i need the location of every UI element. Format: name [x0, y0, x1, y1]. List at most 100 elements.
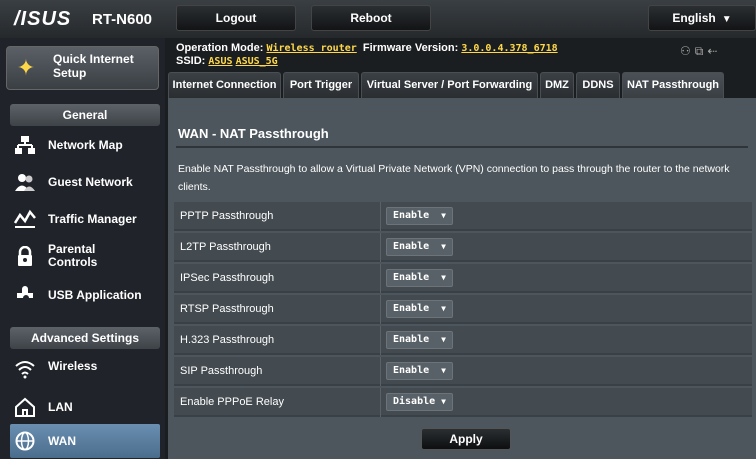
- sidebar-item-label: Parental Controls: [48, 242, 98, 269]
- advanced-section-header: Advanced Settings: [10, 327, 160, 349]
- clients-icon[interactable]: ⚇: [680, 44, 695, 58]
- l2tp-passthrough-select[interactable]: Enable ▼: [386, 238, 453, 256]
- row-divider: [380, 202, 381, 231]
- quick-internet-setup-button[interactable]: ✦ Quick Internet Setup: [6, 46, 159, 90]
- tab-internet-connection[interactable]: Internet Connection: [168, 72, 281, 98]
- firmware-version-link[interactable]: 3.0.0.4.378_6718: [461, 43, 557, 54]
- chevron-down-icon: ▼: [441, 273, 446, 282]
- rtsp-passthrough-select[interactable]: Enable ▼: [386, 300, 453, 318]
- row-divider: [380, 295, 381, 324]
- sidebar-item-label: Guest Network: [48, 175, 133, 189]
- row-divider: [380, 264, 381, 293]
- tab-dmz[interactable]: DMZ: [540, 72, 574, 98]
- setting-label: RTSP Passthrough: [180, 303, 274, 315]
- usb-application-icon: [17, 286, 33, 298]
- setting-row-sip: SIP Passthrough Enable ▼: [174, 357, 752, 386]
- tab-ddns[interactable]: DDNS: [576, 72, 620, 98]
- select-value: Enable: [393, 272, 430, 283]
- wireless-icon: [15, 361, 35, 379]
- model-name: RT-N600: [92, 11, 153, 28]
- sidebar-item-traffic-manager[interactable]: Traffic Manager: [10, 202, 160, 236]
- sidebar-item-guest-network[interactable]: Guest Network: [10, 165, 160, 199]
- setting-row-h323: H.323 Passthrough Enable ▼: [174, 326, 752, 355]
- setting-row-l2tp: L2TP Passthrough Enable ▼: [174, 233, 752, 262]
- chevron-down-icon: ▼: [441, 242, 446, 251]
- chevron-down-icon: ▼: [721, 14, 732, 25]
- ssid-label: SSID:: [176, 55, 206, 67]
- row-divider: [380, 326, 381, 355]
- setting-label: H.323 Passthrough: [180, 334, 275, 346]
- select-value: Enable: [393, 365, 430, 376]
- row-divider: [380, 388, 381, 417]
- tab-nat-passthrough[interactable]: NAT Passthrough: [622, 72, 724, 98]
- page-description: Enable NAT Passthrough to allow a Virtua…: [178, 163, 730, 193]
- chevron-down-icon: ▼: [441, 304, 446, 313]
- status-info: Operation Mode: Wireless router Firmware…: [176, 42, 558, 68]
- setting-label: Enable PPPoE Relay: [180, 396, 284, 408]
- usb-status-icon[interactable]: ⧉: [695, 44, 708, 58]
- chevron-down-icon: ▼: [441, 211, 446, 220]
- sidebar-item-label: USB Application: [48, 288, 142, 302]
- ssid-link-2[interactable]: ASUS_5G: [236, 56, 278, 67]
- tab-port-trigger[interactable]: Port Trigger: [283, 72, 359, 98]
- sidebar-item-wan[interactable]: WAN: [10, 424, 160, 458]
- sidebar: ✦ Quick Internet Setup General Network M…: [0, 38, 165, 459]
- ipsec-passthrough-select[interactable]: Enable ▼: [386, 269, 453, 287]
- firmware-label: Firmware Version:: [362, 42, 459, 54]
- tab-virtual-server[interactable]: Virtual Server / Port Forwarding: [361, 72, 538, 98]
- chevron-down-icon: ▼: [441, 397, 446, 406]
- sidebar-item-label: LAN: [48, 400, 73, 414]
- sidebar-item-usb-application[interactable]: USB Application: [10, 278, 160, 312]
- operation-mode-label: Operation Mode:: [176, 42, 264, 54]
- apply-button[interactable]: Apply: [421, 428, 511, 450]
- setting-row-rtsp: RTSP Passthrough Enable ▼: [174, 295, 752, 324]
- network-map-icon: [15, 136, 35, 154]
- language-label: English: [672, 11, 716, 25]
- general-section-header: General: [10, 104, 160, 126]
- language-select[interactable]: English ▼: [648, 5, 756, 31]
- chevron-down-icon: ▼: [441, 366, 446, 375]
- pptp-passthrough-select[interactable]: Enable ▼: [386, 207, 453, 225]
- sidebar-item-label: WAN: [48, 434, 76, 448]
- chevron-down-icon: ▼: [441, 335, 446, 344]
- magic-wand-icon: ✦: [16, 55, 36, 80]
- parental-controls-icon: [18, 246, 32, 266]
- status-icons: ⚇⧉⇠: [680, 44, 721, 59]
- setting-label: L2TP Passthrough: [180, 241, 271, 253]
- network-status-icon[interactable]: ⇠: [707, 44, 721, 58]
- ssid-link-1[interactable]: ASUS: [208, 56, 232, 67]
- wan-globe-icon: [15, 431, 35, 451]
- operation-mode-link[interactable]: Wireless router: [266, 43, 356, 54]
- asus-logo[interactable]: /ISUS: [14, 8, 71, 31]
- sip-passthrough-select[interactable]: Enable ▼: [386, 362, 453, 380]
- h323-passthrough-select[interactable]: Enable ▼: [386, 331, 453, 349]
- sidebar-item-label: Traffic Manager: [48, 212, 137, 226]
- select-value: Enable: [393, 334, 430, 345]
- setting-label: PPTP Passthrough: [180, 210, 274, 222]
- row-divider: [380, 357, 381, 386]
- lan-icon: [15, 397, 35, 417]
- sidebar-item-parental-controls[interactable]: Parental Controls: [10, 239, 160, 273]
- logout-button[interactable]: Logout: [176, 5, 296, 31]
- reboot-button[interactable]: Reboot: [311, 5, 431, 31]
- sidebar-item-lan[interactable]: LAN: [10, 390, 160, 424]
- content-panel: WAN - NAT Passthrough Enable NAT Passthr…: [168, 98, 756, 459]
- sidebar-item-label: Wireless: [48, 359, 98, 373]
- select-value: Enable: [393, 241, 430, 252]
- title-divider: [176, 146, 748, 148]
- row-divider: [380, 233, 381, 262]
- sidebar-item-label: Network Map: [48, 138, 123, 152]
- quick-setup-label: Quick Internet Setup: [53, 52, 134, 80]
- pppoe-relay-select[interactable]: Disable ▼: [386, 393, 453, 411]
- guest-network-icon: [15, 174, 35, 191]
- setting-row-pptp: PPTP Passthrough Enable ▼: [174, 202, 752, 231]
- sidebar-item-wireless[interactable]: Wireless: [10, 352, 160, 386]
- sidebar-item-network-map[interactable]: Network Map: [10, 128, 160, 162]
- traffic-manager-icon: [14, 209, 36, 228]
- page-title: WAN - NAT Passthrough: [178, 126, 329, 141]
- setting-row-ipsec: IPSec Passthrough Enable ▼: [174, 264, 752, 293]
- setting-label: IPSec Passthrough: [180, 272, 275, 284]
- setting-row-pppoe-relay: Enable PPPoE Relay Disable ▼: [174, 388, 752, 417]
- setting-label: SIP Passthrough: [180, 365, 263, 377]
- top-bar: /ISUS RT-N600 Logout Reboot English ▼: [0, 0, 756, 38]
